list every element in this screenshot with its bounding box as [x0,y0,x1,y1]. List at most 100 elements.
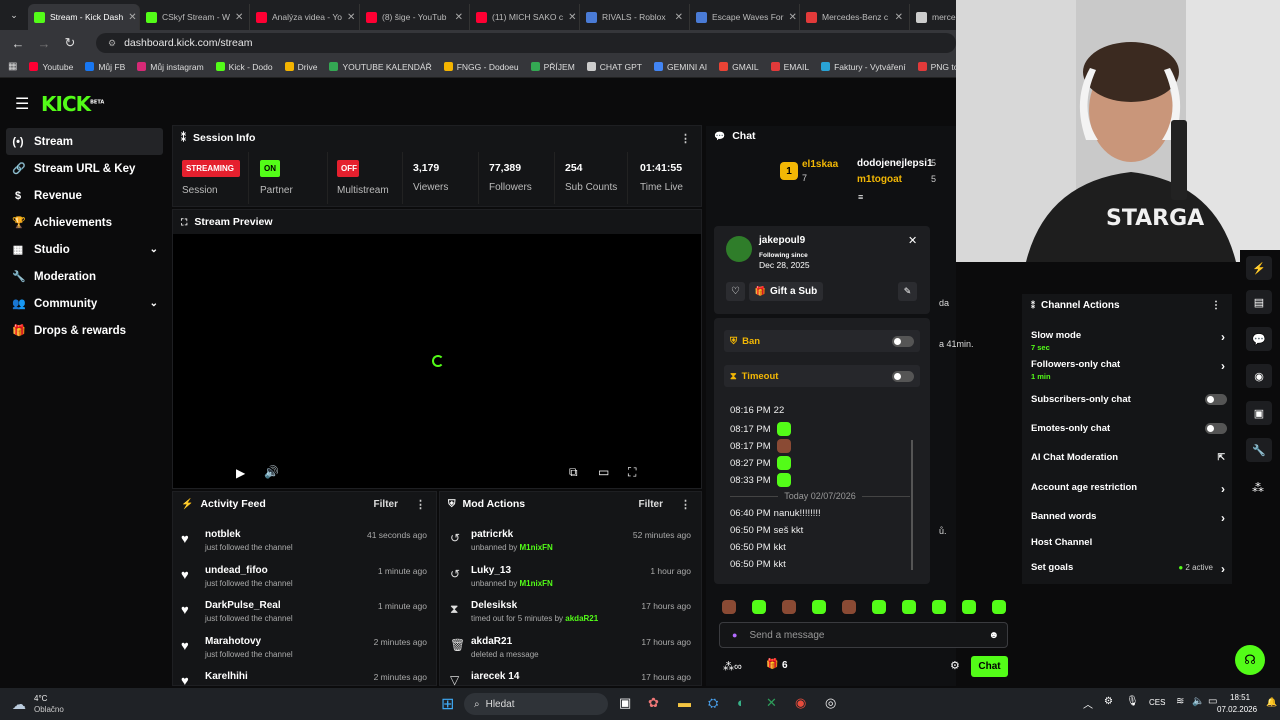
chrome-icon[interactable]: ◉ [795,695,806,711]
activity-row[interactable]: ♥ notblek just followed the channel 41 seco… [181,529,431,565]
fullscreen-icon[interactable]: ⛶ [628,465,636,480]
browser-tab[interactable]: Stream - Kick Dash ✕ [28,4,140,30]
rail-notes-icon[interactable]: ▤ [1246,290,1272,314]
forward-icon[interactable]: → [36,36,52,51]
bookmark-item[interactable]: FNGG - Dodoeu [443,62,519,72]
bookmark-item[interactable]: Můj instagram [137,62,204,72]
pip-icon[interactable]: ⧉ [569,465,578,480]
session-menu-icon[interactable]: ⋮ [680,132,691,145]
bookmark-item[interactable]: GMAIL [719,62,759,72]
taskbar-search[interactable]: ⌕ Hledat [464,693,608,715]
rail-boost-icon[interactable]: ⚡ [1246,256,1272,280]
bookmark-item[interactable]: YOUTUBE KALENDÁŘ [329,62,432,72]
host-channel-row[interactable]: Host Channel [1031,537,1227,548]
emote-picker-icon[interactable] [932,600,946,614]
sidebar-item-stream-url-key[interactable]: 🔗 Stream URL & Key [0,155,168,182]
explorer-icon[interactable]: ▬ [678,695,691,710]
activity-row[interactable]: ♥ Marahotovy just followed the channel 2 mi… [181,636,431,672]
browser-tab[interactable]: RIVALS - Roblox ✕ [580,4,690,30]
emoji-picker-icon[interactable]: ☻ [988,630,999,641]
banned-words-row[interactable]: Banned words › [1031,511,1227,525]
close-icon[interactable]: ✕ [908,234,917,247]
tray-mic-icon[interactable]: 🎙 [1126,696,1139,707]
bookmark-item[interactable]: Youtube [29,62,73,72]
bookmark-item[interactable]: CHAT GPT [586,62,642,72]
bookmark-item[interactable]: PŘÍJEM [530,62,575,72]
tab-close-icon[interactable]: ✕ [347,12,355,23]
emote-picker-icon[interactable] [812,600,826,614]
chat-settings-icon[interactable]: ⚙ [950,659,960,672]
language-indicator[interactable]: CES [1149,698,1165,707]
mic-icon[interactable]: ● [732,630,737,640]
emote-picker-icon[interactable] [782,600,796,614]
start-icon[interactable]: ⊞ [441,694,454,714]
gift-sub-button[interactable]: 🎁 Gift a Sub [749,282,823,301]
activity-row[interactable]: ♥ DarkPulse_Real just followed the channel… [181,600,431,636]
kick-logo[interactable]: KICKBETA [41,92,104,116]
activity-row[interactable]: ♥ undead_fifoo just followed the channel 1 … [181,565,431,601]
emote-picker-icon[interactable] [842,600,856,614]
set-goals-row[interactable]: Set goals ● 2 active › [1031,562,1227,576]
mod-menu-icon[interactable]: ⋮ [680,498,691,511]
chat-users-icon[interactable]: ⁂∞ [723,660,742,673]
emote-picker-icon[interactable] [722,600,736,614]
copilot-icon[interactable]: ✿ [648,695,659,711]
browser-tab[interactable]: Mercedes-Benz c ✕ [800,4,910,30]
menu-icon[interactable]: ☰ [15,94,29,114]
follow-heart-button[interactable]: ♡ [726,282,745,301]
gifter-3-name[interactable]: m1togoat [857,174,902,185]
theater-icon[interactable]: ▭ [598,465,609,479]
emote-picker-icon[interactable] [872,600,886,614]
volume-icon[interactable]: 🔊 [264,465,279,479]
emote-picker-icon[interactable] [752,600,766,614]
mod-action-row[interactable]: ⧗ Delesiksk timed out for 5 minutes by akd… [450,600,695,636]
bookmark-item[interactable]: GEMINI AI [653,62,707,72]
tab-close-icon[interactable]: ✕ [128,12,136,23]
top-gifter-name[interactable]: el1skaa [802,159,838,170]
tab-list-button[interactable]: ⌄ [4,10,24,21]
reload-icon[interactable]: ↻ [62,35,78,51]
site-info-icon[interactable]: ⚙ [108,38,116,49]
tray-network-icon[interactable]: ⚙ [1104,696,1113,707]
sidebar-item-studio[interactable]: ▦ Studio ⌄ [0,236,168,263]
history-scrollbar[interactable] [911,440,913,570]
sidebar-item-revenue[interactable]: $ Revenue [0,182,168,209]
speaker-icon[interactable]: 🔈 [1192,696,1204,707]
tab-close-icon[interactable]: ✕ [568,12,576,23]
tab-close-icon[interactable]: ✕ [675,12,683,23]
timeout-toggle[interactable] [892,370,914,382]
support-headset-button[interactable]: ☊ [1235,645,1265,675]
tab-close-icon[interactable]: ✕ [789,12,797,23]
emote-picker-icon[interactable] [902,600,916,614]
ai-moderation-row[interactable]: AI Chat Moderation ⇱ [1031,452,1227,463]
sidebar-item-achievements[interactable]: 🏆 Achievements [0,209,168,236]
edge-icon[interactable]: ◐ [737,695,745,710]
sidebar-item-community[interactable]: 👥 Community ⌄ [0,290,168,317]
rail-tools-icon[interactable]: 🔧 [1246,438,1272,462]
popup-extra-button[interactable]: ✎ [898,282,917,301]
emote-picker-icon[interactable] [962,600,976,614]
emotes-only-toggle[interactable] [1205,423,1227,434]
followers-only-row[interactable]: Followers-only chat 1 min › [1031,359,1227,381]
store-icon[interactable]: ⛭ [708,695,718,711]
message-input[interactable]: ● Send a message ☻ [719,622,1008,648]
back-icon[interactable]: ← [10,36,26,51]
emote-picker-icon[interactable] [992,600,1006,614]
bookmark-item[interactable]: Kick - Dodo [215,62,273,72]
sidebar-item-drops-rewards[interactable]: 🎁 Drops & rewards [0,317,168,344]
excel-icon[interactable]: ✕ [766,695,777,711]
activity-filter-button[interactable]: Filter [374,499,398,510]
rail-community-icon[interactable]: ⁂ [1252,481,1264,495]
url-field[interactable]: ⚙ dashboard.kick.com/stream [96,33,956,53]
browser-tab[interactable]: Analýza videa - Yo ✕ [250,4,360,30]
bookmark-item[interactable]: Faktury - Vytváření [821,62,906,72]
bookmark-item[interactable]: EMAIL [770,62,809,72]
mod-action-row[interactable]: ↺ Luky_13 unbanned by M1nixFN 1 hour ago [450,565,695,601]
gifter-2-name[interactable]: dodojenejlepsi1 [857,158,933,169]
send-chat-button[interactable]: Chat [971,656,1008,677]
gift-count-icon[interactable]: 🎁 [766,659,778,670]
play-icon[interactable]: ▶ [236,466,245,480]
slow-mode-row[interactable]: Slow mode 7 sec › [1031,330,1227,352]
obs-icon[interactable]: ◎ [825,695,836,711]
channel-actions-menu-icon[interactable]: ⋮ [1211,300,1221,311]
